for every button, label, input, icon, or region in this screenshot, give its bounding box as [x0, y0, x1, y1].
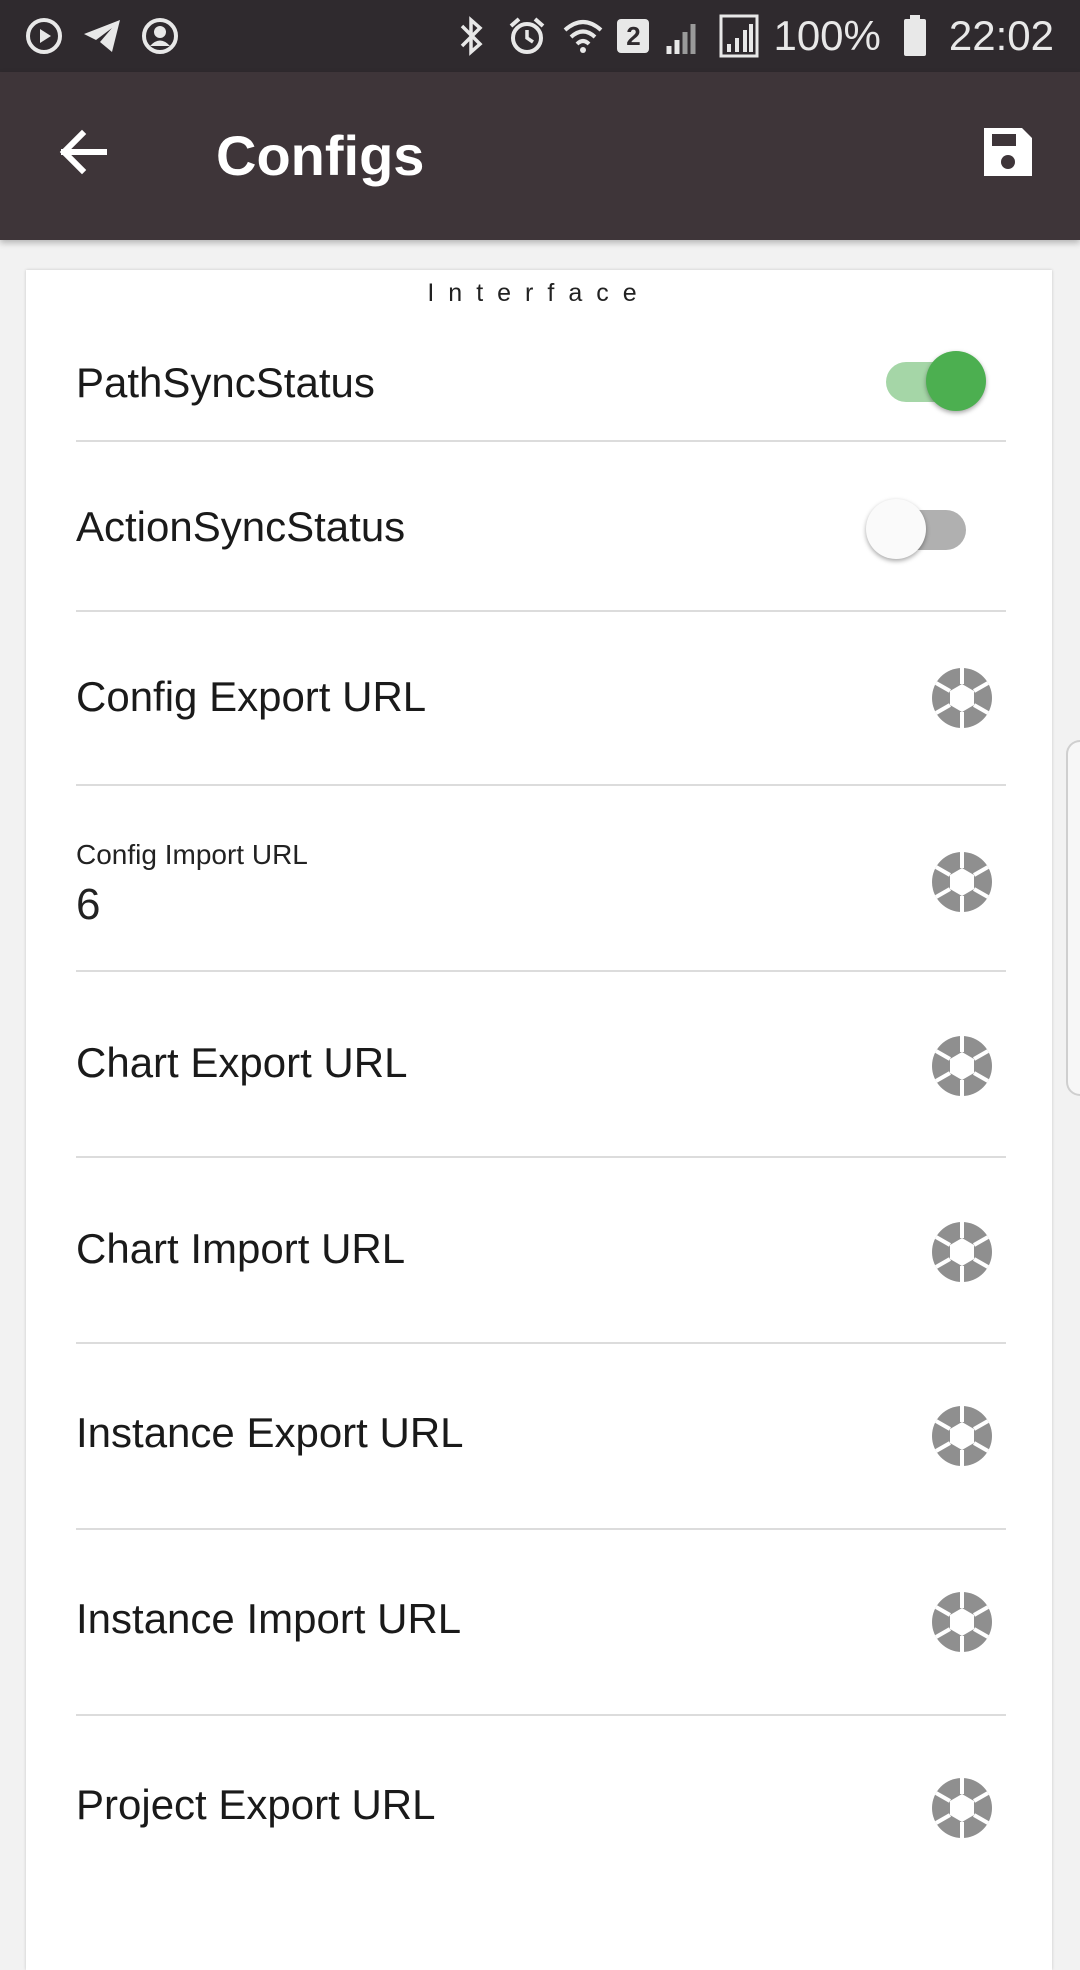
aperture-icon[interactable]	[930, 1034, 994, 1098]
media-icon	[22, 14, 66, 58]
setting-label: Project Export URL	[76, 1781, 436, 1828]
signal-icon	[661, 14, 705, 58]
wifi-icon	[561, 14, 605, 58]
save-icon	[984, 128, 1032, 176]
status-bar: 2 100% 22:02	[0, 0, 1080, 72]
edge-panel-handle[interactable]	[1066, 740, 1080, 1096]
setting-label: Instance Export URL	[76, 1409, 464, 1456]
setting-value: 6	[76, 880, 101, 929]
setting-row-instance-import[interactable]: Instance Import URL	[76, 1530, 1006, 1716]
setting-row-config-export[interactable]: Config Export URL	[76, 612, 1006, 786]
setting-row-config-import[interactable]: Config Import URL 6	[76, 786, 1006, 972]
setting-label: PathSyncStatus	[76, 359, 375, 406]
page-title: Configs	[216, 124, 425, 187]
battery-percent: 100%	[773, 12, 881, 59]
setting-label: Instance Import URL	[76, 1595, 462, 1642]
bluetooth-icon	[449, 14, 493, 58]
aperture-icon[interactable]	[930, 1590, 994, 1654]
app-bar: Configs	[0, 72, 1080, 240]
setting-row-instance-export[interactable]: Instance Export URL	[76, 1344, 1006, 1530]
wifi-badge: 2	[617, 19, 650, 53]
aperture-icon[interactable]	[930, 1404, 994, 1468]
status-left-icons	[22, 14, 182, 58]
back-button[interactable]	[54, 122, 114, 182]
clock: 22:02	[948, 12, 1054, 59]
account-circle-icon	[138, 14, 182, 58]
aperture-icon[interactable]	[930, 666, 994, 730]
action-sync-toggle[interactable]	[866, 490, 976, 560]
save-button[interactable]	[980, 124, 1036, 180]
section-header: Interface	[427, 279, 651, 307]
setting-label: Config Import URL	[76, 839, 308, 870]
battery-icon	[893, 14, 937, 58]
setting-label: ActionSyncStatus	[76, 503, 406, 550]
path-sync-toggle[interactable]	[876, 342, 986, 412]
settings-card: Interface PathSyncStatus ActionSyncStatu…	[26, 270, 1052, 1970]
setting-label: Config Export URL	[76, 673, 427, 720]
toggle-thumb	[866, 499, 926, 559]
setting-label: Chart Import URL	[76, 1225, 406, 1272]
status-right-icons: 2 100% 22:02	[449, 12, 1054, 60]
toggle-thumb	[926, 351, 986, 411]
setting-row-project-export[interactable]: Project Export URL	[76, 1716, 1006, 1900]
setting-row-path-sync[interactable]: PathSyncStatus	[76, 310, 1006, 442]
aperture-icon[interactable]	[930, 850, 994, 914]
alarm-icon	[505, 14, 549, 58]
arrow-left-icon	[59, 129, 107, 175]
setting-row-chart-export[interactable]: Chart Export URL	[76, 972, 1006, 1158]
telegram-icon	[80, 14, 124, 58]
signal-icon	[717, 14, 761, 58]
setting-row-action-sync[interactable]: ActionSyncStatus	[76, 442, 1006, 612]
aperture-icon[interactable]	[930, 1776, 994, 1840]
setting-row-chart-import[interactable]: Chart Import URL	[76, 1158, 1006, 1344]
aperture-icon[interactable]	[930, 1220, 994, 1284]
setting-label: Chart Export URL	[76, 1039, 408, 1086]
